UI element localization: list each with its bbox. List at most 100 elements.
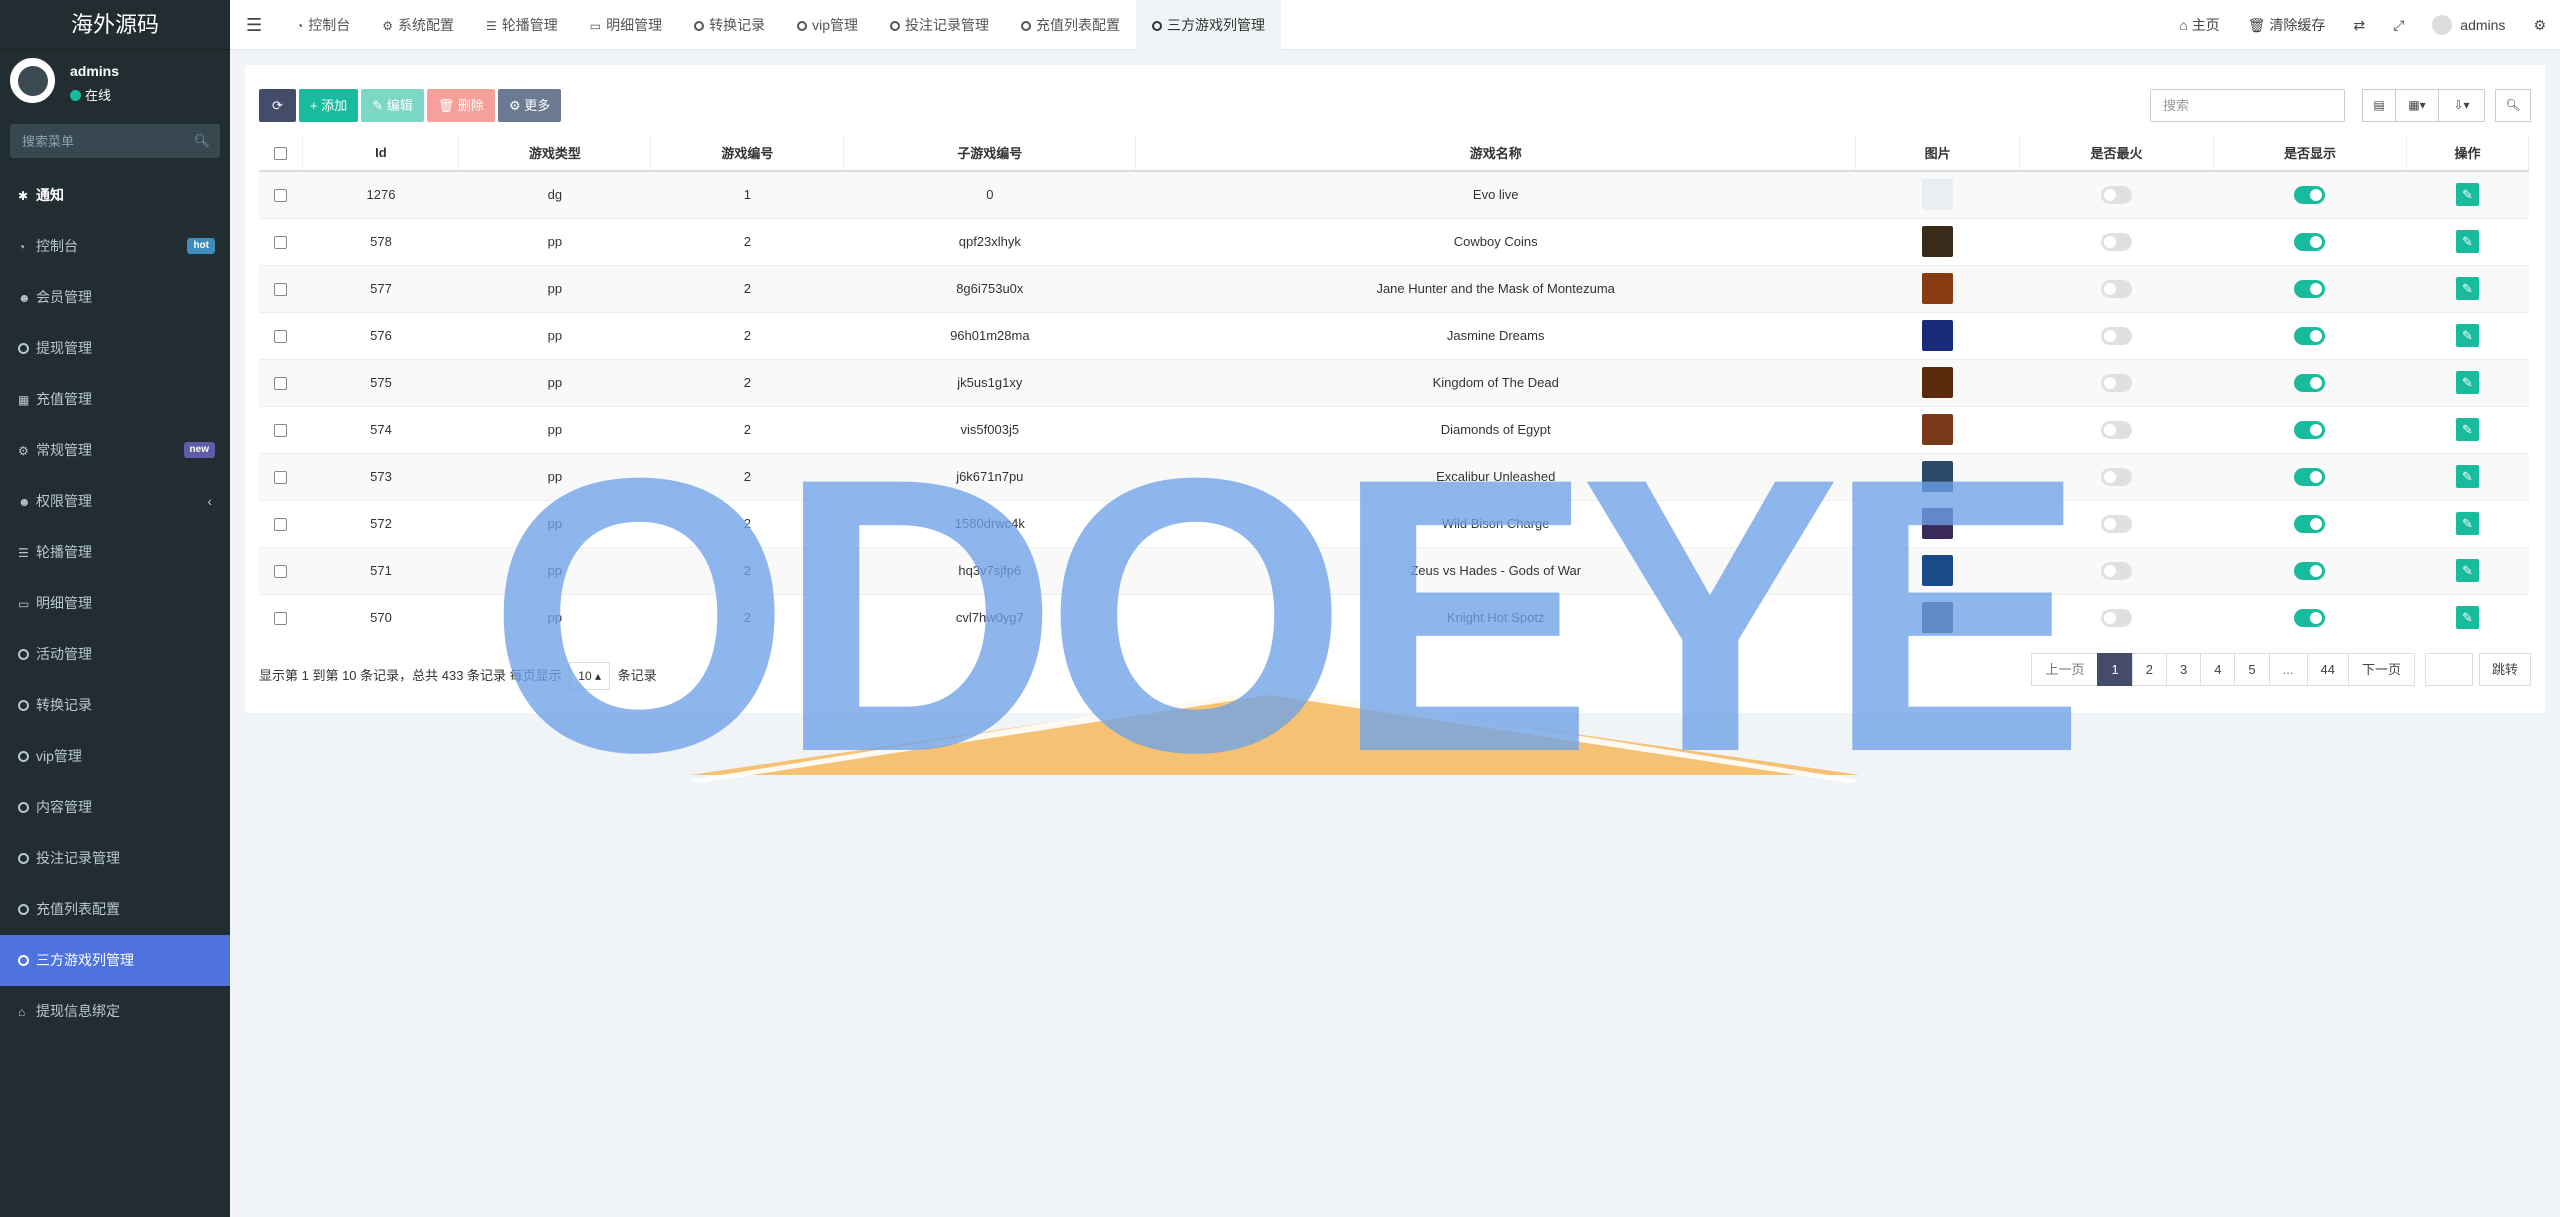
game-thumbnail[interactable] [1922,367,1954,398]
hot-toggle[interactable] [2101,467,2133,486]
row-edit-button[interactable]: ✎ [2455,371,2479,394]
page-button[interactable]: 3 [2165,653,2202,686]
column-header[interactable]: Id [302,135,460,172]
sidebar-item[interactable]: 三方游戏列管理 [0,935,230,986]
row-edit-button[interactable]: ✎ [2455,324,2479,347]
add-button[interactable]: + 添加 [299,89,359,122]
game-thumbnail[interactable] [1922,179,1954,211]
settings-gear-icon[interactable]: ⚙ [2519,17,2560,34]
sidebar-item[interactable]: 转换记录 [0,680,230,731]
row-checkbox[interactable] [274,612,288,626]
game-thumbnail[interactable] [1922,320,1954,351]
column-header[interactable]: 图片 [1855,135,2021,172]
column-header[interactable]: 游戏名称 [1135,135,1857,172]
tab[interactable]: ⚙ 系统配置 [366,0,470,50]
more-button[interactable]: ⚙ 更多 [497,89,562,122]
sidebar-item[interactable]: vip管理 [0,731,230,782]
tab[interactable]: 三方游戏列管理 [1136,0,1282,50]
row-edit-button[interactable]: ✎ [2455,512,2479,535]
brand-logo[interactable]: 海外源码 [0,0,230,50]
sidebar-item[interactable]: ⚙ 常规管理 new [0,425,230,476]
game-thumbnail[interactable] [1922,414,1954,445]
hot-toggle[interactable] [2101,514,2133,533]
export-button[interactable]: ⇩▾ [2438,89,2485,122]
sidebar-item[interactable]: 充值列表配置 [0,884,230,935]
table-row[interactable]: 575 pp 2 jk5us1g1xy Kingdom of The Dead ✎ [259,358,2529,406]
user-menu[interactable]: admins [2418,15,2519,35]
sidebar-item[interactable]: 提现管理 [0,323,230,374]
tab[interactable]: 充值列表配置 [1005,0,1136,50]
menu-search-input[interactable] [10,124,220,158]
tab[interactable]: 转换记录 [678,0,781,50]
table-row[interactable]: 571 pp 2 hq3v7sjfp6 Zeus vs Hades - Gods of … [259,546,2529,594]
sidebar-item[interactable]: ☻ 会员管理 [0,272,230,323]
prev-page-button[interactable]: 上一页 [2031,653,2099,686]
visible-toggle[interactable] [2294,185,2326,204]
delete-button[interactable]: 🗑︎ 删除 [426,89,495,122]
page-button[interactable]: 44 [2306,653,2349,686]
row-checkbox[interactable] [274,471,288,485]
column-header[interactable]: 子游戏编号 [843,135,1137,172]
hot-toggle[interactable] [2101,279,2133,298]
translate-icon[interactable]: ⇄ [2339,17,2379,34]
table-row[interactable]: 572 pp 2 1580drwc4k Wild Bison Charge ✎ [259,499,2529,547]
visible-toggle[interactable] [2294,514,2326,533]
sidebar-item[interactable]: ▭ 明细管理 [0,578,230,629]
tab[interactable]: 投注记录管理 [874,0,1005,50]
search-icon[interactable]: 🔍︎ [193,133,210,149]
row-edit-button[interactable]: ✎ [2455,465,2479,488]
table-row[interactable]: 574 pp 2 vis5f003j5 Diamonds of Egypt ✎ [259,405,2529,453]
visible-toggle[interactable] [2294,467,2326,486]
row-edit-button[interactable]: ✎ [2455,559,2479,582]
row-checkbox[interactable] [274,236,288,250]
table-row[interactable]: 570 pp 2 cvl7hw0yg7 Knight Hot Spotz ✎ [259,593,2529,641]
visible-toggle[interactable] [2294,326,2326,345]
page-button[interactable]: 4 [2200,653,2236,686]
sidebar-item[interactable]: 投注记录管理 [0,833,230,884]
row-edit-button[interactable]: ✎ [2455,183,2479,207]
row-checkbox[interactable] [274,189,288,203]
edit-button[interactable]: ✎ 编辑 [361,89,424,122]
table-row[interactable]: 577 pp 2 8g6i753u0x Jane Hunter and the Mask… [259,264,2529,312]
table-row[interactable]: 573 pp 2 j6k671n7pu Excalibur Unleashed ✎ [259,452,2529,500]
fullscreen-icon[interactable]: ⤢ [2379,17,2418,34]
row-checkbox[interactable] [274,424,288,438]
visible-toggle[interactable] [2294,420,2326,439]
sidebar-item[interactable]: 活动管理 [0,629,230,680]
column-header[interactable]: 是否最火 [2019,135,2215,172]
visible-toggle[interactable] [2294,608,2326,627]
hot-toggle[interactable] [2101,185,2133,204]
row-checkbox[interactable] [274,283,288,297]
table-row[interactable]: 578 pp 2 qpf23xlhyk Cowboy Coins ✎ [259,217,2529,265]
table-search-input[interactable] [2151,90,2344,121]
row-edit-button[interactable]: ✎ [2455,606,2479,630]
column-header[interactable]: 操作 [2406,135,2530,172]
page-size-select[interactable]: 10 ▴ [569,662,611,690]
sidebar-item[interactable]: ▦ 充值管理 [0,374,230,425]
game-thumbnail[interactable] [1922,273,1954,304]
page-button[interactable]: 2 [2131,653,2167,686]
home-link[interactable]: ⌂ 主页 [2165,15,2233,35]
game-thumbnail[interactable] [1922,602,1954,634]
row-edit-button[interactable]: ✎ [2455,277,2479,300]
table-row[interactable]: 576 pp 2 96h01m28ma Jasmine Dreams ✎ [259,311,2529,359]
columns-button[interactable]: ▦▾ [2395,89,2439,122]
row-checkbox[interactable] [274,330,288,344]
sidebar-item[interactable]: ⌂ 提现信息绑定 [0,986,230,1037]
sidebar-item[interactable]: ◔ 控制台 hot [0,221,230,272]
jump-button[interactable]: 跳转 [2478,653,2531,686]
sidebar-item[interactable]: ☰ 轮播管理 [0,527,230,578]
sidebar-item[interactable]: ✱ 通知 [0,170,230,221]
visible-toggle[interactable] [2294,561,2326,580]
hot-toggle[interactable] [2101,561,2133,580]
table-row[interactable]: 1276 dg 1 0 Evo live ✎ [259,170,2529,218]
select-all-checkbox[interactable] [274,147,288,161]
menu-toggle-icon[interactable]: ☰ [246,15,262,36]
tab[interactable]: vip管理 [781,0,874,50]
visible-toggle[interactable] [2294,232,2326,251]
row-checkbox[interactable] [274,518,288,532]
hot-toggle[interactable] [2101,420,2133,439]
clear-cache-link[interactable]: 🗑︎ 清除缓存 [2234,15,2340,35]
visible-toggle[interactable] [2294,373,2326,392]
tab[interactable]: ◔ 控制台 [280,0,366,50]
